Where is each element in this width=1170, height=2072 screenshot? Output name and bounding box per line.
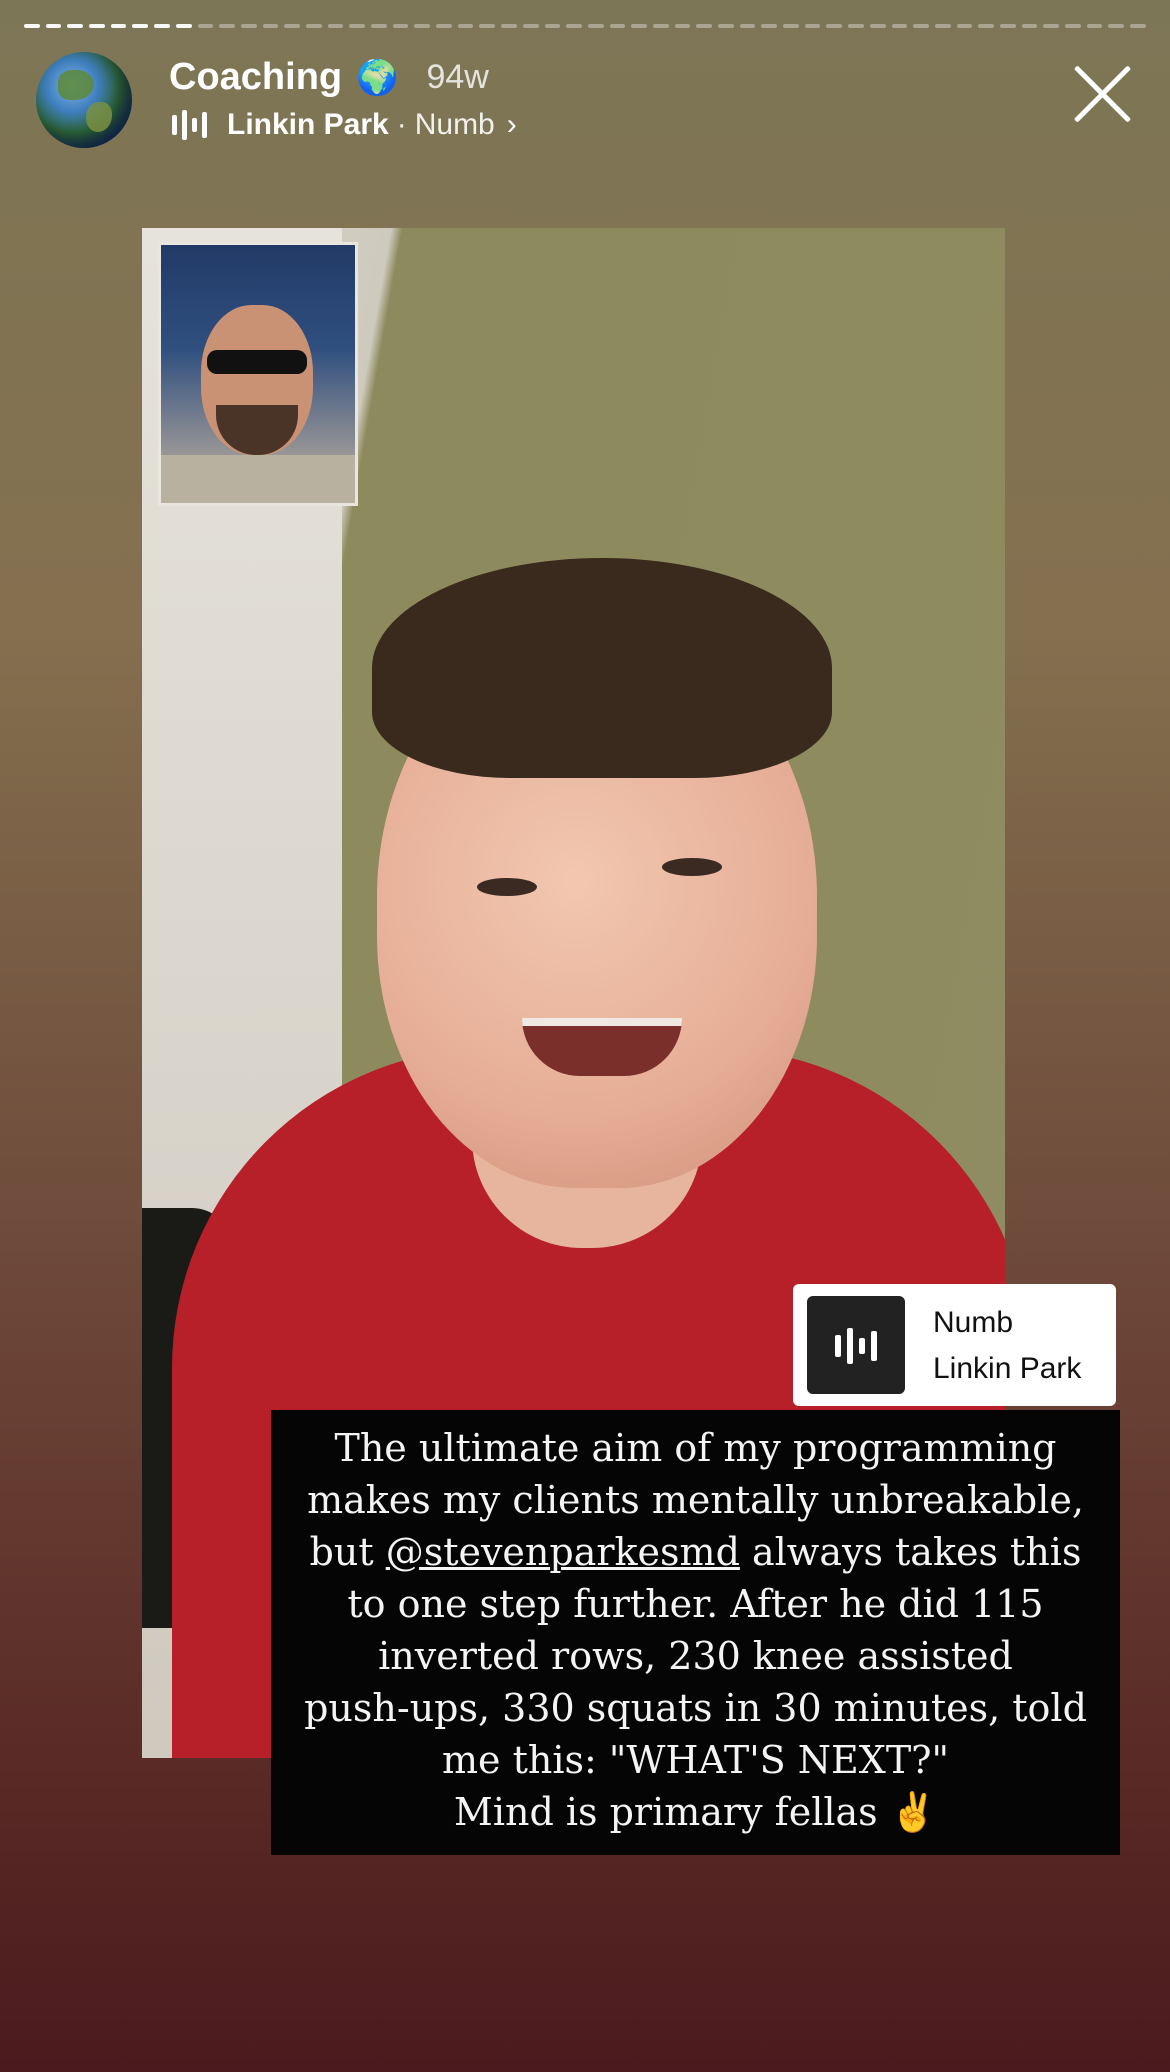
mention-link[interactable]: @stevenparkesmd [386,1530,740,1574]
progress-segment [544,24,561,28]
photo-eye [662,858,722,876]
caption-line: The ultimate aim of my programming [334,1426,1057,1470]
username[interactable]: Coaching [169,56,342,99]
progress-segment [132,24,149,28]
photo-hair [372,558,832,778]
caption-text: always takes this [739,1530,1082,1574]
facetime-thumbnail [158,242,358,506]
progress-segment [110,24,127,28]
progress-segment [501,24,517,28]
profile-avatar[interactable] [36,52,132,148]
progress-segment [262,24,279,28]
progress-segment [327,24,344,28]
close-icon[interactable] [1070,62,1134,126]
story-header: Coaching 🌍 94w Linkin Park · Numb › [36,52,1134,152]
album-art [807,1296,905,1394]
progress-segment [67,24,84,28]
chevron-right-icon: › [506,108,517,141]
progress-segment [457,24,474,28]
globe-land [86,102,112,132]
progress-segment [1043,24,1059,28]
music-bars-icon [835,1328,877,1364]
caption-line: to one step further. After he did 115 [347,1582,1044,1626]
progress-segment [739,24,756,28]
progress-segment [154,24,170,28]
music-separator: · [396,108,407,141]
progress-segment [652,24,669,28]
progress-segment [305,24,322,28]
music-bars-icon [172,110,207,140]
progress-segment [999,24,1016,28]
progress-segment [240,24,257,28]
story-progress-bar [24,24,1146,29]
progress-segment [761,24,778,28]
progress-segment [696,24,712,28]
progress-segment [45,24,62,28]
globe-land [58,70,94,100]
progress-segment [89,24,105,28]
progress-segment [1065,24,1081,28]
music-sticker[interactable]: Numb Linkin Park [793,1284,1116,1406]
caption-text: but [309,1530,386,1574]
progress-segment [371,24,387,28]
progress-segment [392,24,409,28]
music-attribution[interactable]: Linkin Park · Numb › [172,108,517,142]
progress-segment [175,24,192,28]
progress-segment [956,24,973,28]
title-row: Coaching 🌍 94w [169,56,489,99]
photo-eye [477,878,537,896]
progress-segment [414,24,431,28]
caption-line: but @stevenparkesmd always takes this [291,1526,1100,1578]
progress-segment [913,24,929,28]
progress-segment [978,24,994,28]
caption-line: inverted rows, 230 knee assisted [378,1634,1013,1678]
progress-segment [674,24,691,28]
progress-segment [587,24,604,28]
progress-segment [197,24,214,28]
progress-segment [631,24,647,28]
music-song: Numb [414,108,495,141]
thumbnail-shirt [161,455,355,503]
progress-segment [349,24,365,28]
caption-line: me this: "WHAT'S NEXT?" [441,1738,950,1782]
progress-segment [284,24,300,28]
globe-emoji-icon: 🌍 [356,58,399,97]
progress-segment [934,24,951,28]
post-age: 94w [426,58,489,96]
progress-segment [436,24,452,28]
caption-text-box: The ultimate aim of my programming makes… [271,1410,1120,1855]
sticker-song: Numb [933,1306,1014,1339]
progress-segment [1086,24,1103,28]
progress-segment [869,24,886,28]
caption-line: push-ups, 330 squats in 30 minutes, told [304,1686,1087,1730]
thumbnail-sunglasses [207,350,307,374]
progress-segment [479,24,496,28]
progress-segment [826,24,843,28]
progress-segment [718,24,734,28]
progress-segment [783,24,799,28]
progress-segment [24,24,40,28]
caption-line: Mind is primary fellas ✌️ [453,1790,938,1834]
progress-segment [1021,24,1038,28]
progress-segment [609,24,626,28]
music-artist: Linkin Park [227,108,389,141]
progress-segment [522,24,539,28]
sticker-artist: Linkin Park [933,1352,1082,1385]
progress-segment [1108,24,1125,28]
caption-line: makes my clients mentally unbreakable, [307,1478,1084,1522]
progress-segment [804,24,821,28]
progress-segment [219,24,235,28]
progress-segment [891,24,908,28]
progress-segment [1130,24,1146,28]
progress-segment [848,24,864,28]
progress-segment [566,24,582,28]
